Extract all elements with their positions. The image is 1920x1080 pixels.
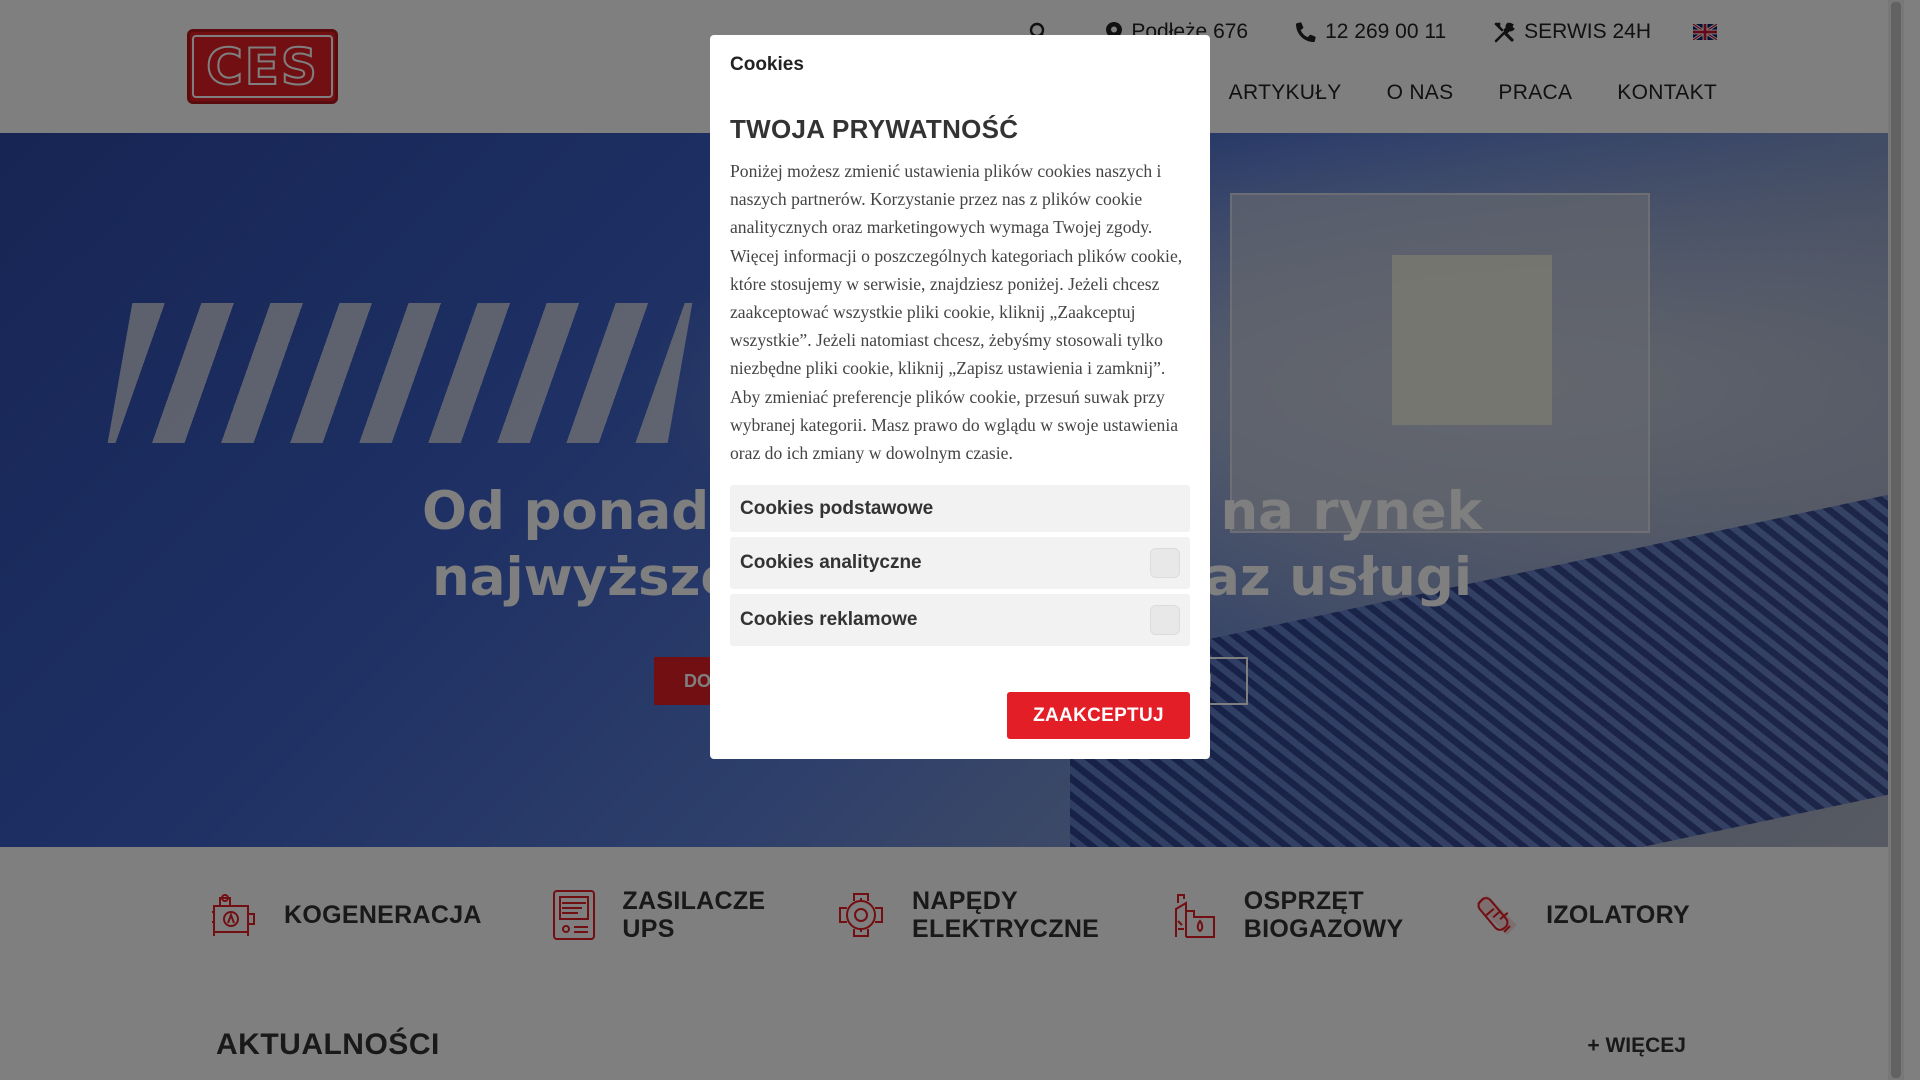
cookie-consent-modal: Cookies TWOJA PRYWATNOŚĆ Poniżej możesz … [710, 35, 1210, 759]
cookie-category-basic[interactable]: Cookies podstawowe [730, 485, 1190, 533]
ads-toggle[interactable] [1150, 605, 1180, 636]
cookie-category-label: Cookies analityczne [740, 552, 922, 574]
modal-title: TWOJA PRYWATNOŚĆ [730, 114, 1019, 144]
cookie-category-list: Cookies podstawowe Cookies analityczne C… [730, 485, 1190, 647]
modal-description: Poniżej możesz zmienić ustawienia plików… [730, 161, 1183, 464]
cookie-category-analytics[interactable]: Cookies analityczne [730, 537, 1190, 590]
cookie-category-ads[interactable]: Cookies reklamowe [730, 594, 1190, 647]
cookie-category-label: Cookies reklamowe [740, 609, 918, 631]
accept-cookies-button[interactable]: ZAAKCEPTUJ [1007, 692, 1190, 739]
modal-header: Cookies [730, 54, 804, 75]
cookie-category-label: Cookies podstawowe [740, 497, 934, 519]
analytics-toggle[interactable] [1150, 548, 1180, 579]
